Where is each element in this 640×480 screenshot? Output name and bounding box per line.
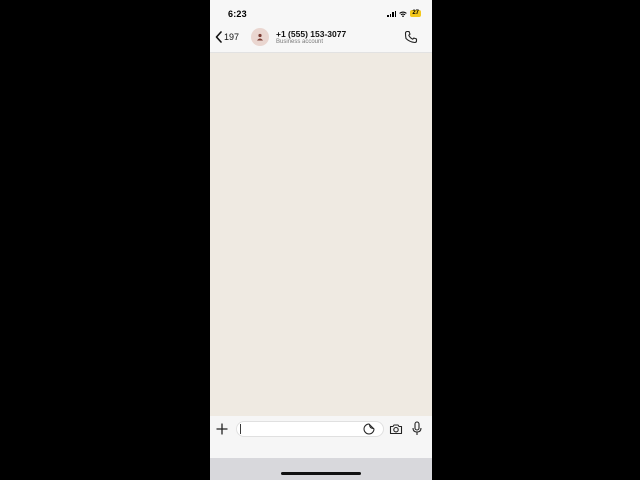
message-input-bar [210,416,432,442]
sticker-icon[interactable] [363,423,375,435]
camera-icon[interactable] [389,422,403,436]
status-indicators: 27 [387,9,421,18]
contact-subtitle: Business account [276,39,324,45]
text-cursor [240,424,241,434]
wifi-icon [399,11,408,17]
avatar[interactable] [251,28,269,46]
plus-icon[interactable] [215,422,229,436]
keyboard-edge [210,458,432,480]
phone-icon[interactable] [404,30,418,44]
unread-count: 197 [224,32,240,42]
battery-icon: 27 [410,10,421,17]
contact-name[interactable]: +1 (555) 153-3077 [276,29,346,39]
cellular-signal-icon [387,10,397,17]
message-input[interactable] [236,421,384,437]
status-bar: 6:23 27 [210,0,432,22]
home-indicator[interactable] [281,472,361,475]
chat-header: 197 +1 (555) 153-3077 Business account [210,22,432,53]
back-button[interactable]: 197 [215,30,239,44]
person-icon [257,33,263,41]
chevron-left-icon [215,31,222,43]
microphone-icon[interactable] [411,421,423,436]
chat-messages-area[interactable] [210,53,432,413]
status-time: 6:23 [228,9,247,19]
phone-screen: 6:23 27 197 +1 (555) 153-3077 Business a… [210,0,432,480]
